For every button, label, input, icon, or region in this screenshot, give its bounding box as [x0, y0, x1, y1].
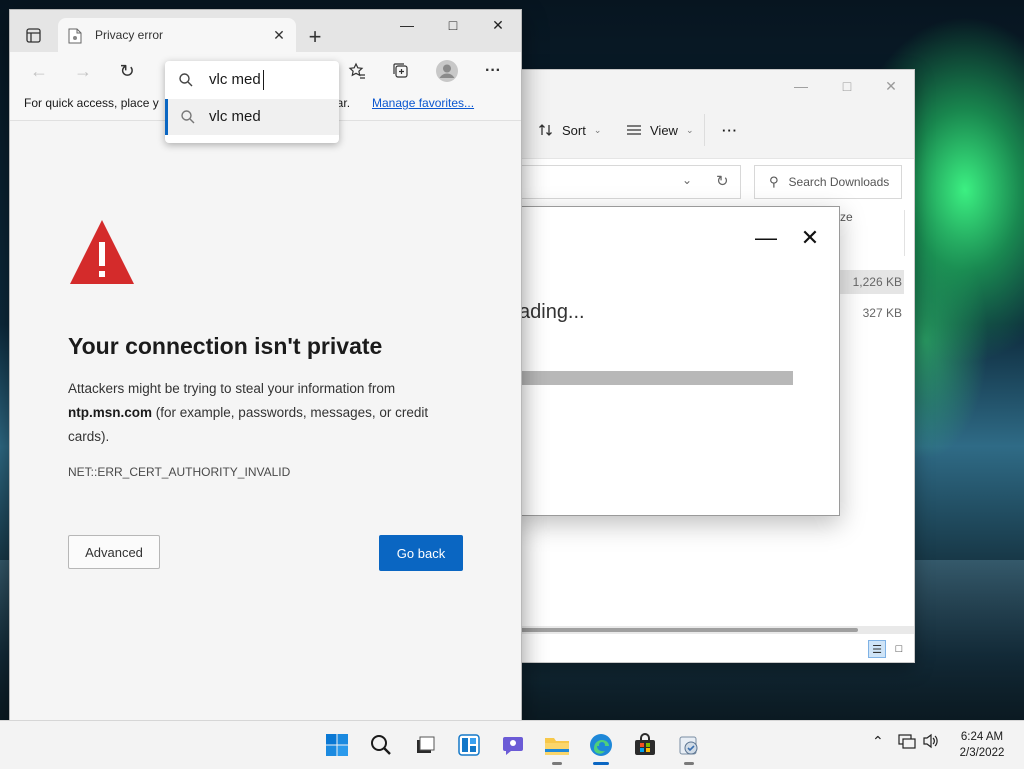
- minimize-icon[interactable]: —: [384, 10, 430, 40]
- favbar-message-start: For quick access, place y: [24, 96, 159, 110]
- toolbar-divider: [704, 114, 705, 146]
- tab-strip: Privacy error ✕ + — □ ✕: [10, 10, 521, 52]
- file-row[interactable]: 327 KB: [840, 301, 904, 325]
- manage-favorites-link[interactable]: Manage favorites...: [372, 96, 474, 110]
- collections-icon[interactable]: [386, 56, 416, 86]
- app-icon[interactable]: [673, 729, 705, 765]
- minimize-icon[interactable]: —: [751, 223, 781, 253]
- error-heading: Your connection isn't private: [68, 333, 383, 359]
- dialog-status-text: ading...: [519, 301, 585, 323]
- search-icon: ⚲: [769, 174, 779, 189]
- running-indicator: [552, 762, 562, 765]
- network-icon[interactable]: [898, 733, 916, 752]
- active-indicator: [593, 762, 609, 765]
- edge-browser-window: Privacy error ✕ + — □ ✕ ← → ↻ ··· For qu…: [10, 10, 521, 720]
- close-tab-icon[interactable]: ✕: [268, 24, 290, 46]
- download-progress-dialog: — ✕ ading...: [518, 206, 840, 516]
- go-back-button[interactable]: Go back: [379, 535, 463, 571]
- clock-date: 2/3/2022: [959, 747, 1005, 759]
- sort-button[interactable]: Sort ⌄: [538, 116, 601, 144]
- profile-avatar-icon[interactable]: [432, 56, 462, 86]
- search-suggestion[interactable]: vlc med: [165, 99, 339, 135]
- search-icon[interactable]: [365, 729, 397, 761]
- search-icon: [179, 73, 193, 87]
- back-arrow-icon[interactable]: ←: [24, 56, 54, 86]
- address-bar[interactable]: ⌄ ↻: [518, 165, 741, 199]
- address-text: vlc med: [209, 71, 261, 88]
- widgets-icon[interactable]: [453, 729, 485, 761]
- close-window-icon[interactable]: ✕: [475, 10, 521, 40]
- settings-more-icon[interactable]: ···: [478, 56, 508, 86]
- file-row[interactable]: 1,226 KB: [840, 270, 904, 294]
- error-page: Your connection isn't private Attackers …: [10, 121, 521, 720]
- tiles-view-icon[interactable]: □: [890, 640, 908, 658]
- advanced-button[interactable]: Advanced: [68, 535, 160, 569]
- new-tab-button[interactable]: +: [302, 24, 328, 50]
- running-indicator: [684, 762, 694, 765]
- taskbar: ⌃ 6:24 AM 2/3/2022: [0, 720, 1024, 769]
- explorer-command-bar: Sort ⌄ View ⌄ ···: [518, 102, 914, 159]
- sort-icon: [539, 124, 552, 136]
- tab-actions-icon[interactable]: [24, 26, 42, 44]
- forward-arrow-icon[interactable]: →: [68, 56, 98, 86]
- error-code: NET::ERR_CERT_AUTHORITY_INVALID: [68, 465, 291, 479]
- progress-bar: [519, 371, 793, 385]
- search-icon: [181, 110, 195, 124]
- view-icon: [627, 125, 641, 135]
- error-domain: ntp.msn.com: [68, 405, 153, 420]
- maximize-icon[interactable]: □: [430, 10, 476, 40]
- edge-icon[interactable]: [585, 729, 617, 765]
- favorites-icon[interactable]: [342, 56, 372, 86]
- minimize-icon[interactable]: —: [778, 70, 824, 102]
- text-cursor: [263, 70, 264, 90]
- store-icon[interactable]: [629, 729, 661, 761]
- maximize-icon[interactable]: □: [824, 70, 870, 102]
- tab-title: Privacy error: [95, 28, 164, 42]
- explorer-statusbar: ☰ □: [518, 636, 914, 662]
- address-bar-dropdown: vlc med vlc med: [165, 61, 339, 143]
- chevron-down-icon[interactable]: ⌄: [682, 173, 692, 187]
- refresh-icon[interactable]: ↻: [112, 56, 142, 86]
- file-explorer-icon[interactable]: [541, 729, 573, 765]
- clock-time: 6:24 AM: [960, 731, 1004, 743]
- start-windows-icon[interactable]: [321, 729, 353, 761]
- column-header-size[interactable]: ze: [840, 210, 853, 224]
- explorer-titlebar: — □ ✕: [518, 70, 914, 102]
- system-clock[interactable]: 6:24 AM 2/3/2022: [950, 729, 1014, 761]
- volume-icon[interactable]: [922, 733, 940, 752]
- close-icon[interactable]: ✕: [868, 70, 914, 102]
- details-view-icon[interactable]: ☰: [868, 640, 886, 658]
- suggestion-text: vlc med: [209, 108, 261, 125]
- see-more-button[interactable]: ···: [722, 116, 738, 144]
- error-description: Attackers might be trying to steal your …: [68, 381, 429, 444]
- chat-icon[interactable]: [497, 729, 529, 761]
- task-view-icon[interactable]: [409, 729, 441, 761]
- tab-privacy-error[interactable]: Privacy error ✕: [58, 18, 296, 52]
- refresh-icon[interactable]: ↻: [716, 172, 729, 190]
- view-button[interactable]: View ⌄: [626, 116, 694, 144]
- show-hidden-icons-chevron-up-icon[interactable]: ⌃: [872, 733, 884, 750]
- horizontal-scrollbar[interactable]: [518, 626, 914, 634]
- page-icon: [68, 28, 82, 44]
- column-divider: [904, 210, 905, 256]
- address-input[interactable]: vlc med: [165, 61, 339, 99]
- warning-icon: [70, 220, 134, 284]
- search-downloads-field[interactable]: ⚲ Search Downloads: [754, 165, 902, 199]
- search-placeholder: Search Downloads: [788, 175, 890, 189]
- close-icon[interactable]: ✕: [795, 223, 825, 253]
